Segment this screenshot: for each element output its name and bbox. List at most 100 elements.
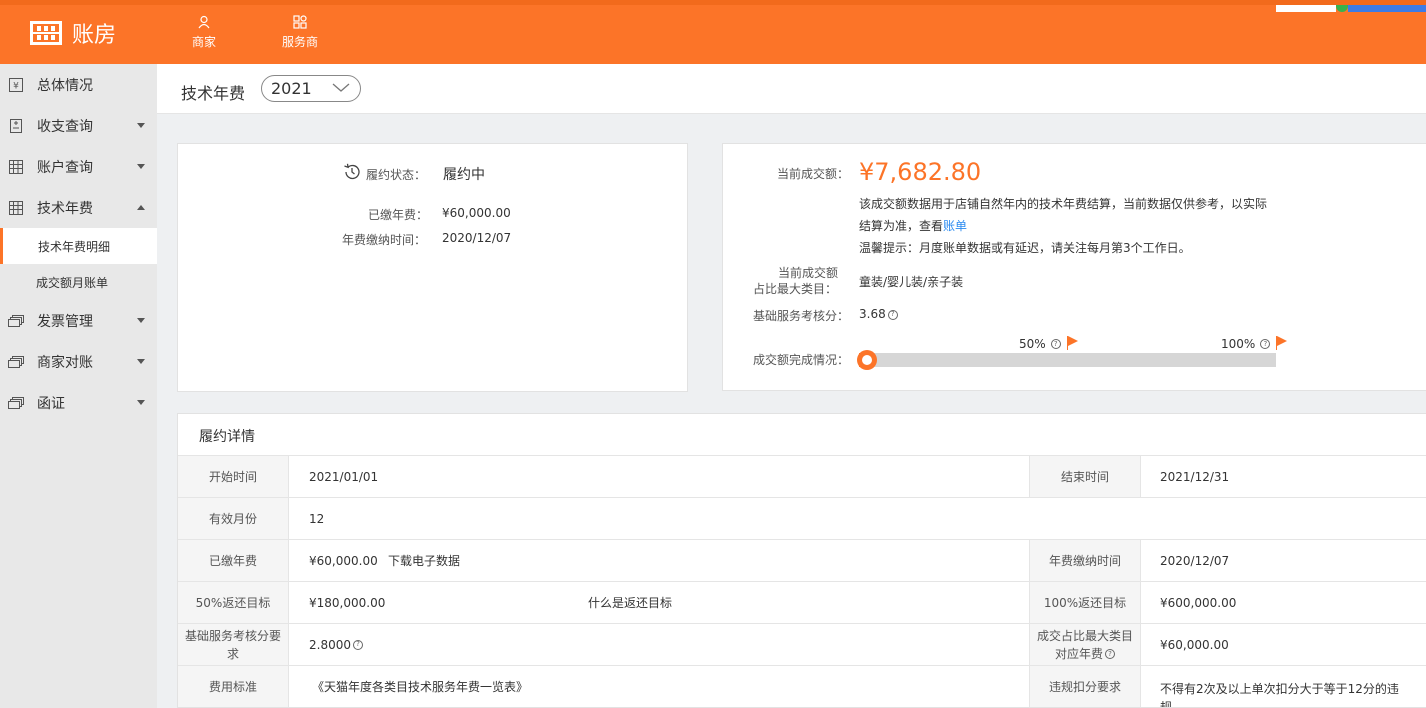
help-icon[interactable]: ? bbox=[1260, 339, 1271, 349]
category-value: 童装/婴儿装/亲子装 bbox=[859, 275, 964, 289]
help-icon[interactable]: ? bbox=[353, 639, 363, 650]
table-row: 50%返还目标 ¥180,000.00 什么是返还目标 100%返还目标 ¥60… bbox=[178, 582, 1426, 624]
sidebar-item-overview[interactable]: ¥ 总体情况 bbox=[0, 64, 157, 105]
chevron-down-icon bbox=[137, 164, 145, 169]
table-row: 有效月份 12 bbox=[178, 498, 1426, 540]
stack-icon bbox=[8, 313, 24, 329]
sidebar-subitem-label: 技术年费明细 bbox=[38, 239, 111, 254]
sidebar-item-confirmation[interactable]: 函证 bbox=[0, 382, 157, 423]
violation-value-line1: 不得有2次及以上单次扣分大于等于12分的违 bbox=[1160, 682, 1399, 696]
top-bar: 账房 商家 服务商 bbox=[0, 0, 1426, 64]
table-row: 已缴年费 ¥60,000.00 下载电子数据 年费缴纳时间 2020/12/07 bbox=[178, 540, 1426, 582]
sidebar-item-label: 发票管理 bbox=[37, 313, 93, 330]
app-logo[interactable]: 账房 bbox=[28, 17, 116, 49]
pay-time-label: 年费缴纳时间 bbox=[1030, 540, 1140, 581]
pay-time-value: 2020/12/07 bbox=[1160, 553, 1230, 568]
sidebar-item-reconciliation[interactable]: 商家对账 bbox=[0, 341, 157, 382]
target-50-value: ¥180,000.00 bbox=[309, 595, 386, 610]
progress-label: 成交额完成情况： bbox=[753, 353, 850, 367]
end-time-value: 2021/12/31 bbox=[1160, 469, 1230, 484]
status-card: 履约状态： 履约中 已缴年费： ¥60,000.00 年费缴纳时间： 2020/… bbox=[177, 143, 688, 392]
delay-tip: 温馨提示：月度账单数据或有延迟，请关注每月第3个工作日。 bbox=[859, 241, 1191, 255]
year-select-value: 2021 bbox=[271, 79, 312, 98]
status-label: 履约状态： bbox=[366, 168, 427, 182]
category-label-line1: 当前成交额 bbox=[778, 266, 839, 280]
help-icon[interactable]: ? bbox=[887, 309, 898, 320]
sidebar-item-label: 函证 bbox=[37, 395, 65, 412]
year-select[interactable]: 2021 bbox=[261, 75, 361, 102]
chevron-up-icon bbox=[137, 205, 145, 210]
target-50-label: 50%返还目标 bbox=[178, 582, 288, 623]
flag-icon bbox=[1066, 336, 1079, 352]
target-100-label: 100%返还目标 bbox=[1030, 582, 1140, 623]
help-icon[interactable]: ? bbox=[1105, 649, 1115, 659]
nav-merchant[interactable]: 商家 bbox=[192, 15, 216, 50]
start-time-value: 2021/01/01 bbox=[309, 469, 379, 484]
turnover-description: 该成交额数据用于店铺自然年内的技术年费结算，当前数据仅供参考，以实际 bbox=[859, 197, 1268, 211]
violation-label: 违规扣分要求 bbox=[1030, 666, 1140, 707]
sidebar-subitem-monthly-bill[interactable]: 成交额月账单 bbox=[0, 264, 157, 300]
violation-value: 不得有2次及以上单次扣分大于等于12分的违 规 bbox=[1160, 666, 1399, 707]
chevron-down-icon bbox=[137, 400, 145, 405]
score-value-wrap: 3.68? bbox=[859, 307, 898, 321]
chevron-down-icon bbox=[332, 83, 350, 92]
progress-mark-100: 100% ? bbox=[1221, 336, 1288, 352]
current-turnover-amount: ¥7,682.80 bbox=[859, 158, 982, 186]
sidebar-item-label: 技术年费 bbox=[37, 200, 93, 217]
grid-icon bbox=[293, 15, 307, 29]
fee-standard-link[interactable]: 《天猫年度各类目技术服务年费一览表》 bbox=[312, 666, 528, 707]
table-row: 基础服务考核分要 求 2.8000? 成交占比最大类目 对应年费? ¥60,00… bbox=[178, 624, 1426, 666]
sidebar-item-tech-fee[interactable]: 技术年费 bbox=[0, 187, 157, 228]
mark-100-label: 100% bbox=[1221, 337, 1256, 351]
sidebar-item-income-expense[interactable]: 收支查询 bbox=[0, 105, 157, 146]
valid-months-value: 12 bbox=[309, 511, 325, 526]
paid-fee-value: ¥60,000.00 bbox=[309, 553, 378, 568]
yen-icon: ¥ bbox=[8, 77, 24, 93]
score-label: 基础服务考核分： bbox=[753, 309, 850, 323]
max-category-fee-label-line2: 对应年费 bbox=[1054, 646, 1103, 661]
details-title: 履约详情 bbox=[178, 414, 1426, 456]
turnover-description-2: 结算为准，查看账单 bbox=[859, 217, 967, 234]
sidebar-subitem-tech-fee-detail[interactable]: 技术年费明细 bbox=[0, 228, 157, 264]
sidebar: ¥ 总体情况 收支查询 账户查询 技术年费 技术年费明细 成交额月账单 发票管理 bbox=[0, 64, 157, 708]
page-header: 技术年费 2021 bbox=[157, 64, 1426, 114]
current-turnover-label: 当前成交额： bbox=[777, 167, 850, 181]
download-data-link[interactable]: 下载电子数据 bbox=[388, 540, 460, 581]
progress-mark-50: 50% ? bbox=[1019, 336, 1079, 352]
paid-fee-value: ¥60,000.00 bbox=[442, 206, 511, 220]
flag-icon bbox=[1276, 336, 1288, 352]
sidebar-subitem-label: 成交额月账单 bbox=[36, 275, 109, 290]
abacus-icon bbox=[28, 19, 64, 47]
category-label-line2: 占比最大类目： bbox=[753, 282, 838, 296]
svg-text:¥: ¥ bbox=[13, 81, 19, 91]
status-value: 履约中 bbox=[443, 167, 485, 183]
bill-link[interactable]: 账单 bbox=[943, 219, 967, 233]
max-category-fee-label: 成交占比最大类目 对应年费? bbox=[1030, 624, 1140, 665]
table-row: 开始时间 2021/01/01 结束时间 2021/12/31 bbox=[178, 456, 1426, 498]
history-icon bbox=[344, 163, 360, 180]
turnover-card: 当前成交额： ¥7,682.80 该成交额数据用于店铺自然年内的技术年费结算，当… bbox=[722, 143, 1426, 391]
page-title: 技术年费 bbox=[181, 84, 246, 103]
table-icon bbox=[8, 200, 24, 216]
paid-fee-label: 已缴年费 bbox=[178, 540, 288, 581]
help-icon[interactable]: ? bbox=[1050, 339, 1061, 349]
sidebar-item-label: 收支查询 bbox=[37, 118, 93, 135]
pay-time-value: 2020/12/07 bbox=[442, 231, 512, 245]
nav-service-provider[interactable]: 服务商 bbox=[282, 15, 318, 50]
score-requirement-value-wrap: 2.8000? bbox=[309, 624, 363, 665]
fee-standard-label: 费用标准 bbox=[178, 666, 288, 707]
max-category-fee-value: ¥60,000.00 bbox=[1160, 637, 1229, 652]
sidebar-item-account[interactable]: 账户查询 bbox=[0, 146, 157, 187]
nav-merchant-label: 商家 bbox=[192, 35, 217, 49]
score-requirement-value: 2.8000 bbox=[309, 637, 351, 652]
score-requirement-label: 基础服务考核分要 求 bbox=[178, 624, 288, 665]
end-time-label: 结束时间 bbox=[1030, 456, 1140, 497]
max-category-fee-label-line1: 成交占比最大类目 bbox=[1036, 628, 1133, 643]
what-is-target-link[interactable]: 什么是返还目标 bbox=[588, 582, 672, 623]
chevron-down-icon bbox=[137, 359, 145, 364]
browser-extension-widget[interactable] bbox=[1276, 5, 1426, 12]
contract-details: 履约详情 开始时间 2021/01/01 结束时间 2021/12/31 有效月… bbox=[177, 413, 1426, 708]
table-icon bbox=[8, 159, 24, 175]
sidebar-item-invoice[interactable]: 发票管理 bbox=[0, 300, 157, 341]
sidebar-item-label: 商家对账 bbox=[37, 354, 93, 371]
